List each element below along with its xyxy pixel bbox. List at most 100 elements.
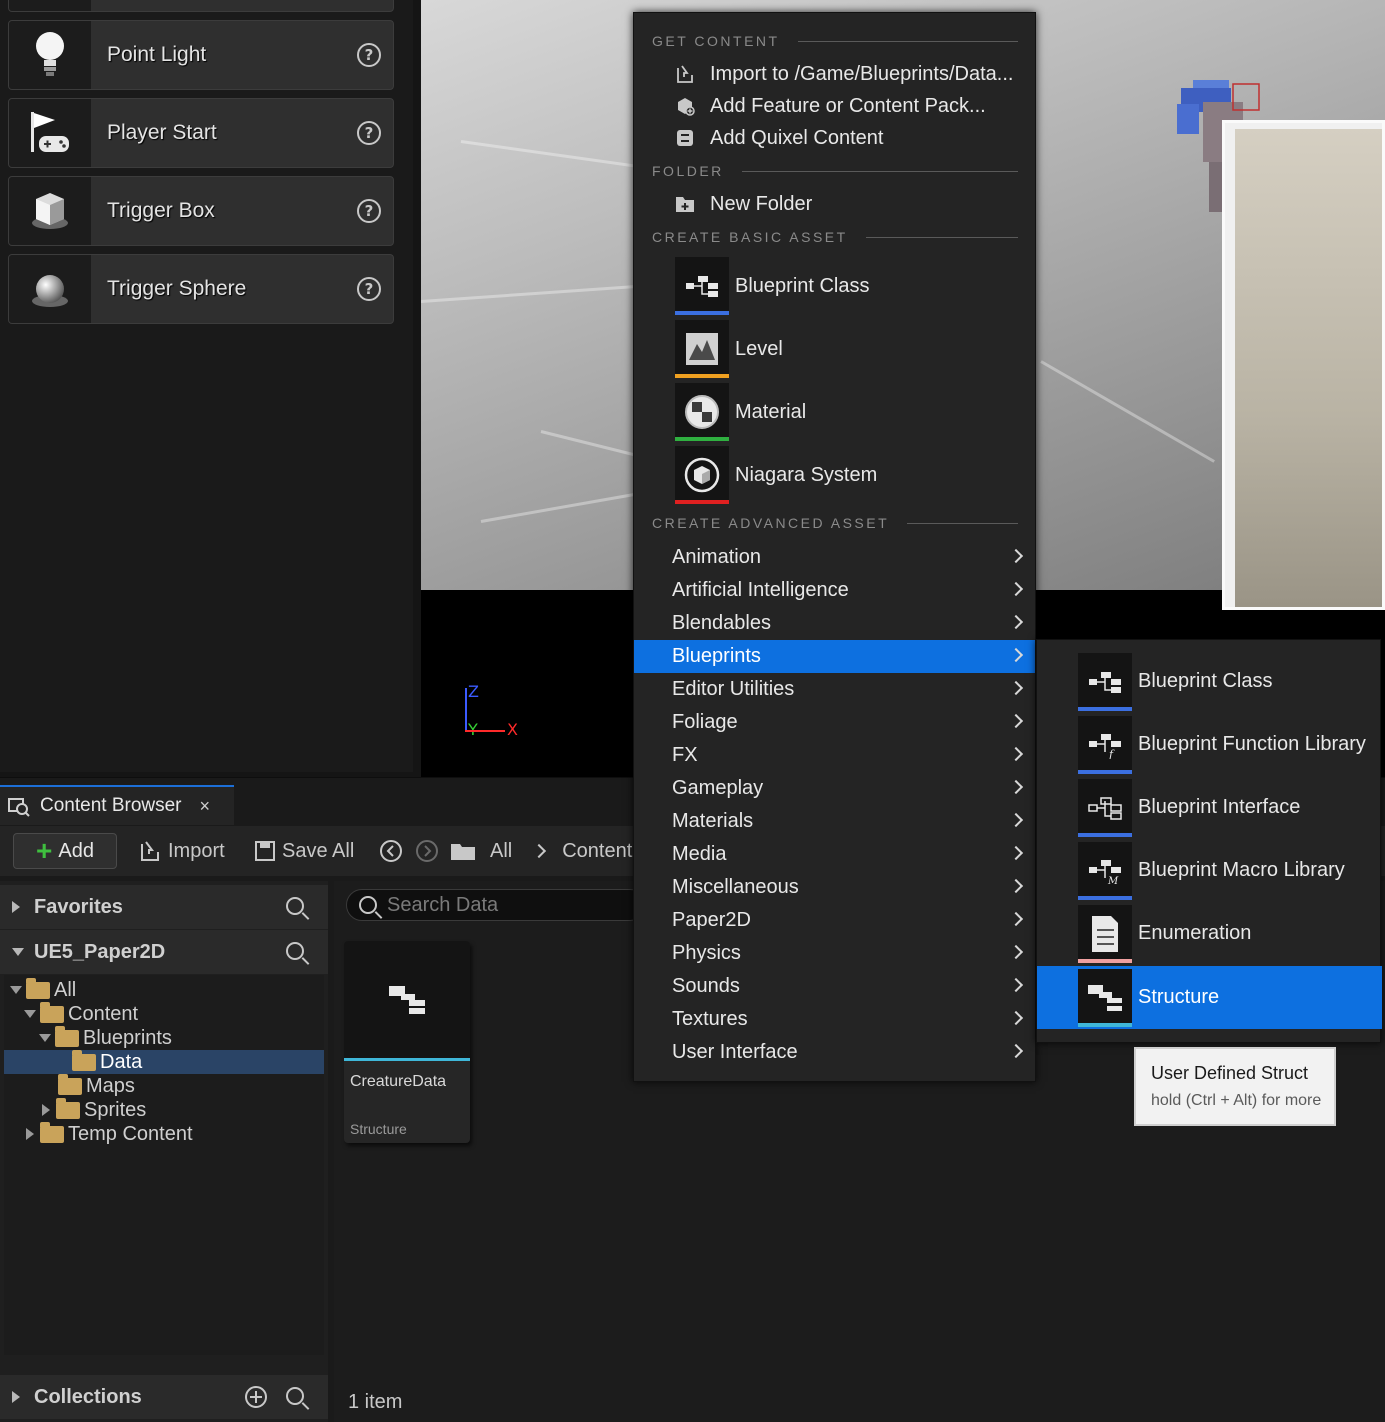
submenu-item-blueprint-macro-library[interactable]: M Blueprint Macro Library <box>1037 839 1382 902</box>
tree-item-content[interactable]: Content <box>4 1001 324 1026</box>
folder-open-icon <box>55 1025 79 1047</box>
basic-asset-blueprint-class[interactable]: Blueprint Class <box>675 257 870 315</box>
menu-item-add-quixel[interactable]: Add Quixel Content <box>674 123 883 153</box>
asset-type: Structure <box>350 1121 407 1137</box>
menu-item-artificial-intelligence[interactable]: Artificial Intelligence <box>634 574 1035 607</box>
tree-item-data[interactable]: Data <box>4 1049 324 1074</box>
tree-item-temp-content[interactable]: Temp Content <box>4 1121 324 1146</box>
menu-item-materials[interactable]: Materials <box>634 805 1035 838</box>
menu-item-physics[interactable]: Physics <box>634 937 1035 970</box>
tree-item-all[interactable]: All <box>4 977 324 1002</box>
menu-item-label: Material <box>735 400 807 423</box>
tab-content-browser[interactable]: Content Browser × <box>0 785 234 825</box>
chevron-right-icon <box>1008 1010 1024 1026</box>
save-all-button[interactable]: Save All <box>254 833 354 869</box>
actor-item-trigger-sphere[interactable]: Trigger Sphere ? <box>8 254 394 324</box>
import-icon <box>674 63 696 85</box>
help-icon[interactable]: ? <box>357 43 381 67</box>
search-icon[interactable] <box>286 897 304 915</box>
submenu-item-blueprint-class[interactable]: Blueprint Class <box>1037 650 1382 713</box>
add-collection-icon[interactable] <box>244 1385 268 1409</box>
collections-header[interactable]: Collections <box>0 1375 328 1419</box>
menu-item-user-interface[interactable]: User Interface <box>634 1036 1035 1069</box>
close-icon[interactable]: × <box>200 796 211 817</box>
menu-item-gameplay[interactable]: Gameplay <box>634 772 1035 805</box>
actor-item-player-start[interactable]: Player Start ? <box>8 98 394 168</box>
back-button[interactable] <box>378 833 404 869</box>
chevron-right-icon <box>1008 647 1024 663</box>
search-input[interactable]: Search Data <box>346 889 646 921</box>
tab-label: Content Browser <box>40 795 182 816</box>
tooltip-hint: hold (Ctrl + Alt) for more <box>1151 1092 1322 1109</box>
breadcrumb-content[interactable]: Content <box>562 840 632 863</box>
search-icon[interactable] <box>286 942 304 960</box>
trigger-box-icon <box>9 177 91 245</box>
structure-icon <box>344 941 470 1061</box>
asset-tile[interactable]: CreatureData Structure <box>344 941 470 1143</box>
help-icon[interactable]: ? <box>357 199 381 223</box>
folder-icon <box>58 1073 82 1095</box>
help-icon[interactable]: ? <box>357 277 381 301</box>
submenu-item-blueprint-interface[interactable]: Blueprint Interface <box>1037 776 1382 839</box>
tree-item-blueprints[interactable]: Blueprints <box>4 1025 324 1050</box>
menu-item-blueprints[interactable]: Blueprints <box>634 640 1035 673</box>
submenu-item-structure[interactable]: Structure <box>1037 966 1382 1029</box>
menu-item-fx[interactable]: FX <box>634 739 1035 772</box>
axis-x-line <box>465 730 505 732</box>
project-header[interactable]: UE5_Paper2D <box>0 930 328 974</box>
menu-item-import[interactable]: Import to /Game/Blueprints/Data... <box>674 59 1013 89</box>
blueprint-class-icon <box>1078 652 1132 711</box>
tree-item-sprites[interactable]: Sprites <box>4 1097 324 1122</box>
favorites-header[interactable]: Favorites <box>0 885 328 929</box>
chevron-right-icon <box>1008 548 1024 564</box>
basic-asset-material[interactable]: Material <box>675 383 806 441</box>
menu-item-foliage[interactable]: Foliage <box>634 706 1035 739</box>
actor-thumb <box>9 0 91 11</box>
menu-item-textures[interactable]: Textures <box>634 1003 1035 1036</box>
submenu-item-label: Structure <box>1138 986 1220 1008</box>
menu-item-paper2d[interactable]: Paper2D <box>634 904 1035 937</box>
basic-asset-level[interactable]: Level <box>675 320 783 378</box>
menu-item-label: Import to /Game/Blueprints/Data... <box>710 62 1014 85</box>
actor-item-trigger-box[interactable]: Trigger Box ? <box>8 176 394 246</box>
niagara-icon <box>675 446 729 504</box>
blueprint-class-icon <box>675 257 729 315</box>
svg-text:M: M <box>1107 876 1119 885</box>
chevron-right-icon <box>1008 812 1024 828</box>
actor-item-partial[interactable] <box>8 0 394 12</box>
menu-item-label: Level <box>735 337 783 360</box>
submenu-item-enumeration[interactable]: Enumeration <box>1037 902 1382 965</box>
menu-item-miscellaneous[interactable]: Miscellaneous <box>634 871 1035 904</box>
import-label: Import <box>168 839 225 862</box>
import-button[interactable]: Import <box>138 833 225 869</box>
help-icon[interactable]: ? <box>357 121 381 145</box>
add-button[interactable]: + Add <box>13 833 117 869</box>
submenu-item-blueprint-function-library[interactable]: f Blueprint Function Library <box>1037 713 1382 776</box>
chevron-right-icon <box>1008 878 1024 894</box>
axis-z-line <box>465 688 467 730</box>
forward-button[interactable] <box>414 833 440 869</box>
material-icon <box>675 383 729 441</box>
menu-item-animation[interactable]: Animation <box>634 541 1035 574</box>
item-count: 1 item <box>348 1391 403 1413</box>
back-arrow-icon <box>380 840 402 862</box>
chevron-right-icon <box>1008 977 1024 993</box>
menu-item-media[interactable]: Media <box>634 838 1035 871</box>
search-icon[interactable] <box>286 1387 304 1405</box>
actor-item-point-light[interactable]: Point Light ? <box>8 20 394 90</box>
tree-label: All <box>54 978 77 1001</box>
folder-icon <box>72 1049 96 1071</box>
tree-item-maps[interactable]: Maps <box>4 1073 324 1098</box>
forward-arrow-icon <box>416 840 438 862</box>
menu-item-new-folder[interactable]: New Folder <box>674 189 812 219</box>
menu-item-add-feature-pack[interactable]: Add Feature or Content Pack... <box>674 91 986 121</box>
menu-item-editor-utilities[interactable]: Editor Utilities <box>634 673 1035 706</box>
menu-item-sounds[interactable]: Sounds <box>634 970 1035 1003</box>
basic-asset-niagara-system[interactable]: Niagara System <box>675 446 877 504</box>
import-icon <box>138 840 162 862</box>
menu-item-blendables[interactable]: Blendables <box>634 607 1035 640</box>
collapsed-arrow-icon <box>42 1104 50 1116</box>
breadcrumb-all[interactable]: All <box>490 840 512 863</box>
content-browser-icon <box>8 795 30 817</box>
new-folder-icon <box>674 193 696 215</box>
